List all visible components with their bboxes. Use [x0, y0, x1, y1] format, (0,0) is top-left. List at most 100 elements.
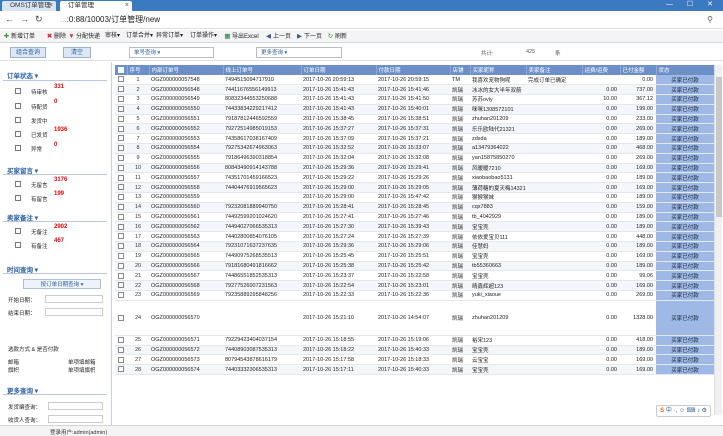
- table-row[interactable]: 2 OGZ000000056548 74411676556149913 2017-10…: [115, 84, 714, 96]
- row-checkbox[interactable]: [115, 364, 127, 376]
- row-checkbox[interactable]: [115, 143, 127, 154]
- row-checkbox[interactable]: [115, 335, 127, 346]
- forward-icon[interactable]: →: [20, 14, 29, 24]
- table-row[interactable]: 28 OGZ000000056574 74403332306535313 2017-1…: [115, 364, 714, 376]
- row-checkbox[interactable]: [115, 251, 127, 262]
- seller-checkbox[interactable]: [15, 228, 21, 234]
- table-row[interactable]: 4 OGZ000000056550 74433834229217412 2017-10…: [115, 104, 714, 115]
- table-row[interactable]: 8 OGZ000000056554 79275342674963063 2017-10…: [115, 143, 714, 154]
- row-checkbox[interactable]: [115, 182, 127, 194]
- table-row[interactable]: 20 OGZ000000056566 79181680491816662 2017-1…: [115, 261, 714, 272]
- column-header[interactable]: 订单日期: [301, 65, 377, 75]
- table-row[interactable]: 12 OGZ000000056558 74404476919565623 2017-1…: [115, 182, 714, 194]
- row-checkbox[interactable]: [115, 104, 127, 115]
- table-row[interactable]: 24 OGZ000000056570 2017-10-26 15:21:10 2017…: [115, 300, 714, 336]
- order-status-title[interactable]: 订单状态 ▾: [7, 70, 38, 80]
- add-order-button[interactable]: ✚ 新增订单: [3, 32, 35, 42]
- table-row[interactable]: 22 OGZ000000056568 79277526007231563 2017-1…: [115, 280, 714, 292]
- order-date-query-button[interactable]: 按订单日期查询 ▾: [23, 279, 101, 289]
- clear-button[interactable]: 清空: [63, 47, 91, 58]
- row-checkbox[interactable]: [115, 172, 127, 184]
- exception-menu[interactable]: 异常订单▾: [156, 32, 183, 41]
- row-checkbox[interactable]: [115, 75, 127, 86]
- row-checkbox[interactable]: [115, 290, 127, 301]
- more-query-select[interactable]: 更多查询 ▾: [256, 47, 342, 58]
- close-icon[interactable]: ×: [125, 1, 129, 11]
- row-checkbox[interactable]: [115, 153, 127, 164]
- status-checkbox[interactable]: [15, 103, 21, 109]
- back-icon[interactable]: ←: [5, 14, 14, 24]
- close-icon[interactable]: ×: [49, 1, 53, 11]
- row-checkbox[interactable]: [115, 94, 127, 105]
- table-row[interactable]: 13 OGZ000000056559 2017-10-26 15:29:00 2017…: [115, 192, 714, 203]
- flag-fill-label[interactable]: 单项填旗帜: [68, 366, 96, 374]
- row-checkbox[interactable]: [115, 231, 127, 243]
- buyer-checkbox[interactable]: [15, 195, 21, 201]
- table-row[interactable]: 18 OGZ000000056564 79231071637237635 2017-1…: [115, 241, 714, 252]
- status-checkbox[interactable]: [15, 131, 21, 137]
- table-row[interactable]: 1 OGZ000000057548 7494515094717910 2017-10-…: [115, 75, 714, 86]
- table-row[interactable]: 23 OGZ000000056569 79235889295848256 2017-1…: [115, 290, 714, 301]
- window-controls[interactable]: — ☐ ✕: [666, 0, 719, 10]
- refresh-button[interactable]: ↻ 刷新: [327, 32, 347, 42]
- table-row[interactable]: 21 OGZ000000056567 74486551852535313 2017-1…: [115, 270, 714, 282]
- status-checkbox[interactable]: [15, 88, 21, 94]
- delete-button[interactable]: ✖ 删除: [46, 32, 66, 42]
- row-checkbox[interactable]: [115, 114, 127, 125]
- table-row[interactable]: 5 OGZ000000056551 79187812446592559 2017-10…: [115, 114, 714, 125]
- row-checkbox[interactable]: [115, 261, 127, 272]
- table-row[interactable]: 11 OGZ000000056557 74351701459166523 2017-1…: [115, 172, 714, 184]
- select-all-checkbox[interactable]: [115, 65, 128, 75]
- table-row[interactable]: 6 OGZ000000056552 79272514985019153 2017-10…: [115, 123, 714, 135]
- table-row[interactable]: 17 OGZ000000056563 74402800854076105 2017-1…: [115, 231, 714, 243]
- order-number-select[interactable]: 单号查询 ▾: [129, 47, 214, 58]
- table-row[interactable]: 15 OGZ000000056561 74492599201024620 2017-1…: [115, 212, 714, 223]
- row-checkbox[interactable]: [115, 241, 127, 252]
- column-header[interactable]: 卖家备注: [526, 65, 583, 75]
- scrollbar-thumb[interactable]: [716, 77, 722, 217]
- seller-checkbox[interactable]: [15, 242, 21, 248]
- table-row[interactable]: 14 OGZ000000056560 79232081889940750 2017-1…: [115, 202, 714, 213]
- review-menu[interactable]: 审核▾: [105, 32, 120, 41]
- row-checkbox[interactable]: [115, 300, 127, 336]
- column-header[interactable]: 内部订单号: [149, 65, 224, 75]
- browser-tab-oms[interactable]: OMS订单管理 ×: [2, 1, 56, 11]
- email-fill-label[interactable]: 单项填邮箱: [68, 358, 96, 366]
- status-checkbox[interactable]: [15, 145, 21, 151]
- export-excel-button[interactable]: ▦导出Excel: [224, 32, 258, 42]
- column-header[interactable]: 线上订单号: [223, 65, 302, 75]
- row-checkbox[interactable]: [115, 345, 127, 356]
- refresh-icon[interactable]: ↻: [35, 14, 43, 25]
- table-row[interactable]: 19 OGZ000000056565 74490975268535513 2017-1…: [115, 251, 714, 262]
- row-checkbox[interactable]: [115, 212, 127, 223]
- row-checkbox[interactable]: [115, 192, 127, 203]
- start-date-input[interactable]: [45, 295, 103, 303]
- column-header[interactable]: 买家昵称: [470, 65, 527, 75]
- buyer-checkbox[interactable]: [15, 181, 21, 187]
- search-icon[interactable]: ⚲: [707, 15, 713, 24]
- column-header[interactable]: 状态: [656, 65, 714, 75]
- prev-page-button[interactable]: ◀ 上一页: [265, 32, 291, 42]
- column-header[interactable]: 序号: [127, 65, 150, 75]
- combined-query-button[interactable]: 组合查询: [10, 47, 46, 58]
- receiver-query-input[interactable]: [48, 415, 103, 423]
- browser-tab-order[interactable]: 订单管理 ×: [60, 1, 132, 11]
- row-checkbox[interactable]: [115, 133, 127, 145]
- table-row[interactable]: 16 OGZ000000056562 74494027066535313 2017-1…: [115, 221, 714, 233]
- row-checkbox[interactable]: [115, 270, 127, 282]
- row-checkbox[interactable]: [115, 280, 127, 292]
- table-row[interactable]: 26 OGZ000000056572 74408903087535313 2017-1…: [115, 345, 714, 356]
- row-checkbox[interactable]: [115, 163, 127, 174]
- assign-express-button[interactable]: ▼分配快递: [68, 32, 100, 42]
- status-checkbox[interactable]: [15, 117, 21, 123]
- operation-menu[interactable]: 订单操作▾: [190, 32, 217, 41]
- table-row[interactable]: 27 OGZ000000056573 80794543878616179 2017-1…: [115, 354, 714, 366]
- url-field[interactable]: ...:0:88/10003/订单管理/new: [60, 14, 160, 26]
- row-checkbox[interactable]: [115, 202, 127, 213]
- row-checkbox[interactable]: [115, 84, 127, 96]
- table-row[interactable]: 25 OGZ000000056571 79229423404037154 2017-1…: [115, 335, 714, 346]
- column-header[interactable]: 已付金额: [620, 65, 657, 75]
- ime-toolbar[interactable]: S 中 ·, ☺ ⌨ ♪ ⚙: [656, 405, 711, 417]
- table-row[interactable]: 10 OGZ000000056556 80843490914143788 2017-1…: [115, 163, 714, 174]
- vertical-scrollbar[interactable]: [714, 65, 722, 415]
